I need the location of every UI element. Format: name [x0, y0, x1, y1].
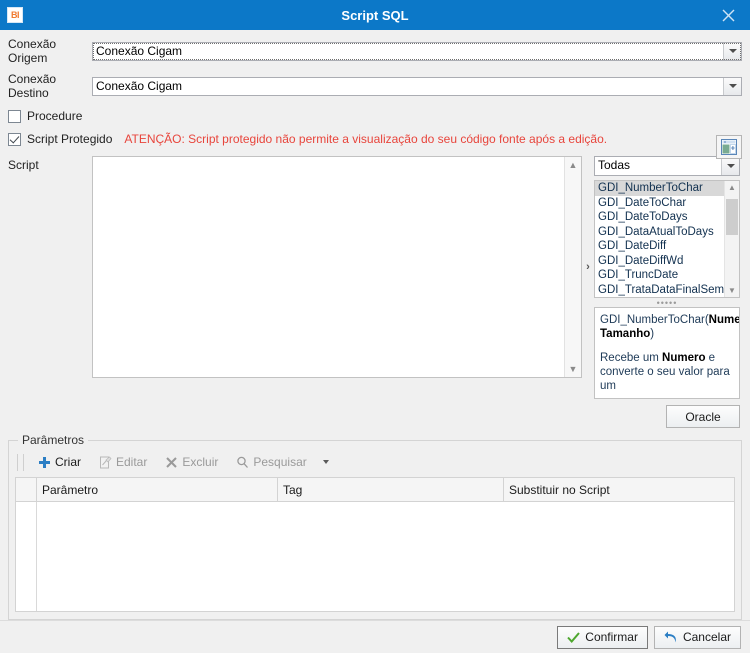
list-item[interactable]: GDI_DataAtualToDays: [595, 225, 724, 240]
functions-panel: Todas GDI_NumberToChar GDI_DateToChar GD…: [594, 156, 740, 428]
desc-bold: Numero: [662, 352, 706, 364]
signature-suffix: ): [650, 328, 655, 340]
conexao-destino-select[interactable]: Conexão Cigam: [92, 76, 742, 96]
toolbar-grip[interactable]: [17, 453, 24, 471]
function-list[interactable]: GDI_NumberToChar GDI_DateToChar GDI_Date…: [594, 180, 740, 298]
confirmar-button[interactable]: Confirmar: [557, 625, 648, 649]
warning-message: ATENÇÃO: Script protegido não permite a …: [124, 132, 608, 146]
list-item[interactable]: GDI_TruncDate: [595, 268, 724, 283]
list-item[interactable]: GDI_NumberToChar: [595, 181, 724, 196]
cancelar-button[interactable]: Cancelar: [653, 625, 741, 649]
row-selector-header: [15, 477, 37, 502]
chevron-down-icon[interactable]: ▼: [569, 361, 578, 377]
function-description: GDI_NumberToChar(Numero, Tamanho) Recebe…: [594, 307, 740, 399]
panel-splitter[interactable]: •••••: [594, 298, 740, 308]
parametros-group-title: Parâmetros: [18, 433, 89, 447]
chevron-down-icon[interactable]: [723, 42, 741, 60]
editar-label: Editar: [116, 455, 148, 469]
conexao-origem-value: Conexão Cigam: [96, 43, 183, 58]
pesquisar-button[interactable]: Pesquisar: [228, 452, 314, 472]
signature-prefix: GDI_NumberToChar(: [600, 314, 709, 326]
excluir-label: Excluir: [182, 455, 219, 469]
chevron-down-icon[interactable]: [721, 157, 739, 175]
function-filter-select[interactable]: Todas: [594, 156, 740, 176]
list-item[interactable]: GDI_DateToChar: [595, 196, 724, 211]
oracle-button-row: Oracle: [594, 405, 740, 428]
procedure-checkbox[interactable]: [8, 109, 21, 123]
close-glyph: [722, 9, 734, 21]
script-protegido-checkbox[interactable]: [8, 132, 21, 146]
editar-button[interactable]: Editar: [91, 452, 155, 472]
chevron-up-icon[interactable]: ▲: [569, 157, 578, 173]
parametros-table: Parâmetro Tag Substituir no Script: [15, 477, 735, 502]
list-item[interactable]: GDI_TrataDataFinalSemana: [595, 283, 724, 298]
window-grid-icon: [721, 139, 737, 155]
search-icon: [237, 456, 249, 468]
page-title: Script SQL: [341, 7, 409, 23]
app-icon: BI: [7, 7, 23, 23]
row-selector-column: [16, 502, 37, 611]
scroll-thumb[interactable]: [726, 199, 738, 235]
x-icon: [166, 456, 178, 468]
cancelar-label: Cancelar: [682, 630, 731, 644]
function-filter-value: Todas: [598, 158, 631, 172]
procedure-label: Procedure: [27, 109, 83, 123]
dialog-body: Conexão Origem Conexão Cigam Conexão Des…: [0, 30, 750, 620]
function-description-text: Recebe um Numero e converte o seu valor …: [600, 351, 734, 393]
column-header-substituir[interactable]: Substituir no Script: [503, 477, 735, 502]
script-editor[interactable]: ▲ ▼: [92, 156, 582, 378]
conexao-origem-row: Conexão Origem Conexão Cigam: [8, 37, 742, 65]
function-list-scrollbar[interactable]: ▲ ▼: [724, 181, 739, 297]
plus-icon: [39, 456, 50, 468]
criar-button[interactable]: Criar: [30, 452, 89, 472]
undo-icon: [664, 631, 676, 642]
list-item[interactable]: GDI_DateDiffWd: [595, 254, 724, 269]
script-scrollbar[interactable]: ▲ ▼: [564, 157, 581, 377]
script-settings-icon-button[interactable]: [716, 135, 742, 159]
conexao-origem-label: Conexão Origem: [8, 37, 57, 65]
conexao-destino-value: Conexão Cigam: [96, 78, 183, 93]
conexao-origem-select[interactable]: Conexão Cigam: [92, 41, 742, 61]
procedure-row: Procedure: [8, 109, 742, 123]
list-item[interactable]: GDI_DateToDays: [595, 210, 724, 225]
conexao-destino-label: Conexão Destino: [8, 72, 57, 100]
script-input[interactable]: [93, 157, 564, 377]
conexao-destino-row: Conexão Destino Conexão Cigam: [8, 72, 742, 100]
list-item[interactable]: GDI_DateDiff: [595, 239, 724, 254]
chevron-down-icon[interactable]: ▼: [728, 284, 736, 297]
function-list-items: GDI_NumberToChar GDI_DateToChar GDI_Date…: [595, 181, 724, 297]
toolbar-overflow-icon[interactable]: [317, 458, 335, 466]
excluir-button[interactable]: Excluir: [157, 452, 226, 472]
script-label: Script: [8, 158, 39, 172]
criar-label: Criar: [55, 455, 81, 469]
panel-expander-icon[interactable]: ›: [582, 156, 594, 378]
chevron-up-icon[interactable]: ▲: [728, 181, 736, 194]
title-bar: BI Script SQL: [0, 0, 750, 30]
parametros-group: Parâmetros Criar Editar Excluir Pesquisa…: [8, 433, 742, 620]
script-area: Script ▲ ▼ › Todas GDI_NumberToChar GDI_…: [8, 156, 742, 428]
column-header-tag[interactable]: Tag: [277, 477, 504, 502]
dialog-footer: Confirmar Cancelar: [0, 620, 750, 653]
script-protegido-label: Script Protegido: [27, 132, 113, 146]
check-icon: [567, 631, 581, 643]
column-header-parametro[interactable]: Parâmetro: [36, 477, 278, 502]
pesquisar-label: Pesquisar: [253, 455, 307, 469]
function-signature: GDI_NumberToChar(Numero, Tamanho): [600, 313, 739, 341]
confirmar-label: Confirmar: [585, 630, 638, 644]
edit-icon: [100, 456, 112, 468]
oracle-button[interactable]: Oracle: [666, 405, 740, 428]
desc-prefix: Recebe um: [600, 352, 663, 364]
table-header-row: Parâmetro Tag Substituir no Script: [15, 477, 735, 502]
script-protegido-row: Script Protegido ATENÇÃO: Script protegi…: [8, 132, 742, 146]
close-icon[interactable]: [706, 0, 750, 30]
chevron-down-icon[interactable]: [723, 77, 741, 95]
script-sql-dialog: BI Script SQL Conexão Origem Conexão Cig…: [0, 0, 750, 653]
parametros-toolbar: Criar Editar Excluir Pesquisar: [15, 450, 735, 474]
parametros-table-body: [15, 502, 735, 612]
